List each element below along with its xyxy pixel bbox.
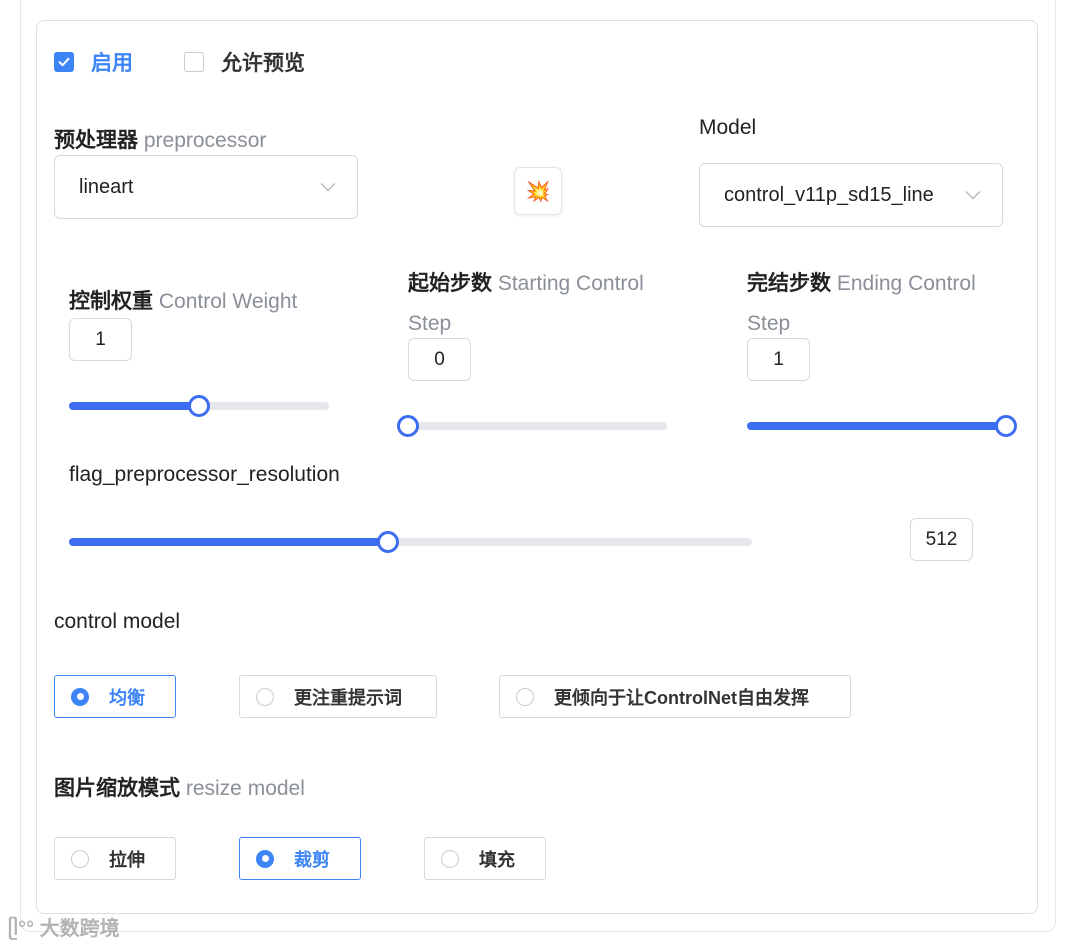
control-weight-slider[interactable] [69,395,329,417]
starting-step-label-cn: 起始步数 [408,272,492,295]
ending-step-slider[interactable] [747,415,1017,437]
radio-icon [71,687,89,706]
checkmark-icon [58,57,70,67]
controlnet-panel: 启用 允许预览 预处理器 preprocessor lineart 💥 Mode… [36,20,1038,914]
enable-checkbox-row[interactable]: 启用 [54,47,133,77]
control-weight-input[interactable]: 1 [69,318,132,361]
preprocessor-label: 预处理器 preprocessor [54,124,266,154]
starting-step-slider[interactable] [397,415,667,437]
radio-icon [441,849,459,868]
resize-mode-label: 图片缩放模式 resize model [54,772,305,802]
control-weight-label-en: Control Weight [158,290,298,313]
control-weight-label-cn: 控制权重 [69,290,153,313]
enable-checkbox[interactable] [54,52,74,72]
resolution-slider[interactable] [69,531,752,553]
allow-preview-checkbox[interactable] [184,52,204,72]
control-mode-label: control model [54,610,181,633]
watermark-logo-icon: ᥫ°° [8,918,35,940]
enable-label: 启用 [91,52,133,75]
radio-label: 均衡 [109,687,145,708]
allow-preview-checkbox-row[interactable]: 允许预览 [184,47,305,77]
resize-mode-option-stretch[interactable]: 拉伸 [54,837,176,880]
model-value: control_v11p_sd15_line [724,183,934,206]
starting-step-label: 起始步数 Starting Control Step [408,264,658,344]
radio-icon [256,687,274,706]
resize-mode-label-en: resize model [185,777,305,800]
slider-thumb[interactable] [376,531,399,553]
preprocessor-value: lineart [79,175,134,198]
chevron-down-icon [319,178,337,196]
control-mode-option-balanced[interactable]: 均衡 [54,675,176,718]
preprocessor-select[interactable]: lineart [54,155,358,219]
allow-preview-label: 允许预览 [221,52,305,75]
radio-icon [516,687,534,706]
watermark: ᥫ°° 大数跨境 [8,912,120,941]
preprocessor-label-en: preprocessor [143,129,267,152]
watermark-text: 大数跨境 [39,918,120,940]
ending-step-label: 完结步数 Ending Control Step [747,264,1012,344]
radio-label: 更倾向于让ControlNet自由发挥 [554,687,809,708]
ending-step-label-cn: 完结步数 [747,272,831,295]
model-label: Model [699,116,757,139]
resize-mode-option-crop[interactable]: 裁剪 [239,837,361,880]
slider-thumb[interactable] [995,415,1017,437]
control-weight-label: 控制权重 Control Weight [69,285,297,315]
resize-mode-label-cn: 图片缩放模式 [54,777,180,800]
slider-fill [69,402,199,410]
preprocessor-label-cn: 预处理器 [54,129,138,152]
radio-label: 拉伸 [109,849,145,870]
starting-step-input[interactable]: 0 [408,338,471,381]
radio-icon [256,849,274,868]
slider-fill [69,538,388,546]
radio-label: 更注重提示词 [294,687,402,708]
resolution-label: flag_preprocessor_resolution [69,463,340,486]
control-mode-option-prompt[interactable]: 更注重提示词 [239,675,437,718]
chevron-down-icon [964,186,982,204]
resolution-input[interactable]: 512 [910,518,973,561]
slider-thumb[interactable] [188,395,210,417]
control-mode-option-controlnet[interactable]: 更倾向于让ControlNet自由发挥 [499,675,851,718]
slider-thumb[interactable] [397,415,419,437]
radio-icon [71,849,89,868]
explosion-icon: 💥 [525,180,551,203]
run-preprocessor-button[interactable]: 💥 [514,167,562,215]
resize-mode-option-fill[interactable]: 填充 [424,837,546,880]
radio-label: 裁剪 [294,849,330,870]
ending-step-input[interactable]: 1 [747,338,810,381]
model-select[interactable]: control_v11p_sd15_line [699,163,1003,227]
radio-label: 填充 [479,849,515,870]
slider-fill [747,422,1006,430]
